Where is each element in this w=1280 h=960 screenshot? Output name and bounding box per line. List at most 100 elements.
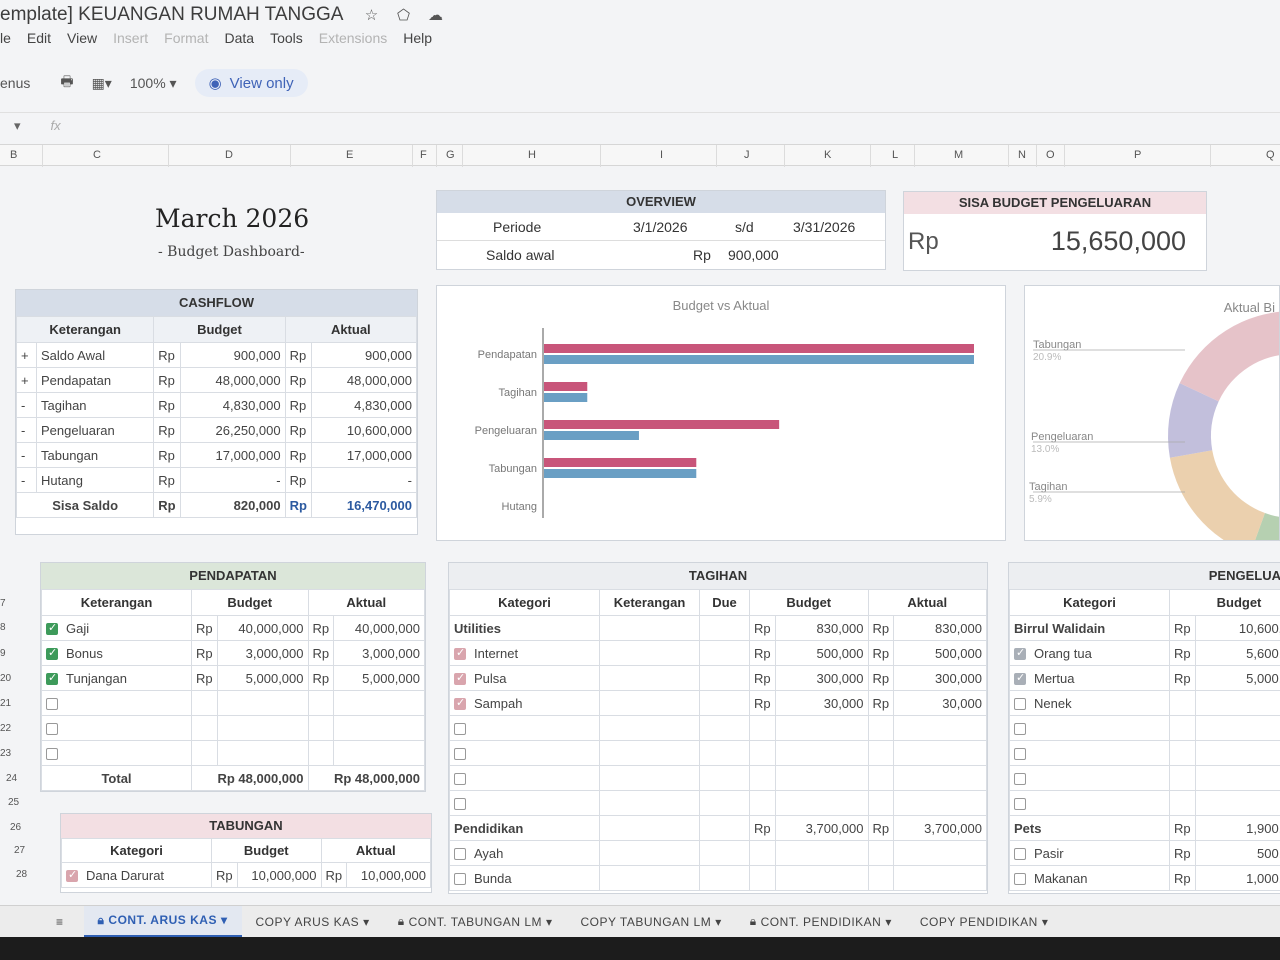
group-budget: 10,600,000 bbox=[1194, 615, 1280, 641]
col-header[interactable]: O bbox=[1046, 149, 1055, 161]
checkbox-unchecked[interactable] bbox=[1014, 873, 1026, 886]
checkbox-unchecked[interactable] bbox=[1014, 848, 1026, 861]
menu-format[interactable]: Format bbox=[164, 30, 208, 52]
row-number[interactable]: 9 bbox=[0, 648, 22, 659]
menu-insert[interactable]: Insert bbox=[113, 30, 148, 52]
star-icon[interactable]: ☆ bbox=[361, 6, 381, 24]
rp: Rp bbox=[284, 392, 312, 418]
fx-icon: fx bbox=[50, 118, 61, 133]
menu-view[interactable]: View bbox=[67, 30, 97, 52]
all-sheets-icon[interactable]: ≡ bbox=[0, 906, 84, 938]
table-row bbox=[449, 765, 987, 791]
row-number[interactable]: 27 bbox=[14, 845, 36, 856]
view-only-button[interactable]: ◉ View only bbox=[194, 69, 308, 97]
menu-tools[interactable]: Tools bbox=[270, 30, 303, 52]
checkbox-unchecked[interactable] bbox=[46, 698, 58, 711]
col-header[interactable]: F bbox=[420, 149, 427, 161]
category-label: Pengeluaran bbox=[475, 425, 537, 437]
periode-end: 3/31/2026 bbox=[793, 219, 856, 235]
checkbox-unchecked[interactable] bbox=[454, 798, 466, 811]
col-header[interactable]: K bbox=[824, 149, 831, 161]
menu-help[interactable]: Help bbox=[403, 30, 432, 52]
checkbox-unchecked[interactable] bbox=[454, 873, 466, 886]
row-number[interactable]: 7 bbox=[0, 598, 22, 609]
tab-cont-arus-kas[interactable]: 🔒︎ CONT. ARUS KAS ▾ bbox=[83, 905, 242, 938]
budget-value: 10,000,000 bbox=[236, 862, 322, 888]
tab-cont-pendidikan[interactable]: 🔒︎ CONT. PENDIDIKAN ▾ bbox=[736, 906, 906, 938]
menu-extensions[interactable]: Extensions bbox=[319, 30, 387, 52]
col-header[interactable]: E bbox=[346, 149, 353, 161]
tab-copy-arus-kas[interactable]: COPY ARUS KAS ▾ bbox=[242, 906, 384, 938]
pie-label-name: Pengeluaran bbox=[1031, 431, 1093, 443]
zoom-select[interactable]: 100% ▾ bbox=[130, 75, 177, 92]
row-number[interactable]: 26 bbox=[10, 822, 32, 833]
col-header[interactable]: H bbox=[528, 149, 536, 161]
col-header[interactable]: P bbox=[1134, 149, 1141, 161]
menu-data[interactable]: Data bbox=[224, 30, 254, 52]
checkbox-checked[interactable] bbox=[454, 696, 466, 711]
formula-bar: ▾ fx bbox=[0, 112, 1280, 138]
checkbox-checked[interactable] bbox=[1014, 646, 1026, 661]
checkbox-checked[interactable] bbox=[454, 671, 466, 686]
col-header[interactable]: N bbox=[1018, 149, 1026, 161]
checkbox-unchecked[interactable] bbox=[454, 848, 466, 861]
checkbox-unchecked[interactable] bbox=[1014, 798, 1026, 811]
col-keterangan: Keterangan bbox=[15, 316, 155, 343]
row-label: Dana Darurat bbox=[86, 867, 165, 883]
col-header[interactable]: I bbox=[660, 149, 663, 161]
checkbox-unchecked[interactable] bbox=[454, 773, 466, 786]
col-header[interactable]: J bbox=[744, 149, 750, 161]
print-icon[interactable]: 🖶 bbox=[60, 71, 73, 95]
menu-file[interactable]: le bbox=[0, 30, 11, 52]
row-number[interactable]: 22 bbox=[0, 723, 22, 734]
col-header[interactable]: M bbox=[954, 149, 963, 161]
menus-search[interactable]: enus bbox=[0, 75, 30, 91]
menu-edit[interactable]: Edit bbox=[27, 30, 51, 52]
col-header[interactable]: C bbox=[93, 149, 101, 161]
col-header[interactable]: Q bbox=[1266, 149, 1275, 161]
document-title[interactable]: emplate] KEUANGAN RUMAH TANGGA bbox=[0, 4, 343, 26]
move-to-drive-icon[interactable]: ⬠ bbox=[393, 6, 413, 24]
periode-sd: s/d bbox=[735, 219, 754, 235]
col-header[interactable]: D bbox=[225, 149, 233, 161]
checkbox-unchecked[interactable] bbox=[1014, 698, 1026, 711]
checkbox-unchecked[interactable] bbox=[46, 748, 58, 761]
row-number[interactable]: 20 bbox=[0, 673, 22, 684]
checkbox-unchecked[interactable] bbox=[1014, 723, 1026, 736]
checkbox-checked[interactable] bbox=[46, 621, 58, 636]
checkbox-unchecked[interactable] bbox=[1014, 773, 1026, 786]
row-number[interactable]: 21 bbox=[0, 698, 22, 709]
table-row: Gaji Rp 40,000,000 Rp 40,000,000 bbox=[41, 615, 425, 641]
checkbox-unchecked[interactable] bbox=[454, 723, 466, 736]
checkbox-checked[interactable] bbox=[454, 646, 466, 661]
paint-format-icon[interactable]: ▦▾ bbox=[92, 75, 112, 92]
row-number[interactable]: 25 bbox=[8, 797, 30, 808]
tab-cont-tabungan-lm[interactable]: 🔒︎ CONT. TABUNGAN LM ▾ bbox=[384, 906, 567, 938]
tab-copy-pendidikan[interactable]: COPY PENDIDIKAN ▾ bbox=[906, 906, 1063, 938]
row-label: Saldo Awal bbox=[35, 342, 155, 368]
row-number[interactable]: 24 bbox=[6, 773, 28, 784]
checkbox-unchecked[interactable] bbox=[46, 723, 58, 736]
col-header[interactable]: G bbox=[446, 149, 455, 161]
tab-copy-tabungan-lm[interactable]: COPY TABUNGAN LM ▾ bbox=[567, 906, 736, 938]
checkbox-checked[interactable] bbox=[66, 868, 78, 883]
col-header[interactable]: B bbox=[10, 149, 17, 161]
checkbox-checked[interactable] bbox=[46, 671, 58, 686]
chevron-down-icon: ▾ bbox=[715, 914, 722, 929]
aktual-value: - bbox=[310, 467, 418, 493]
name-box-dropdown-icon[interactable]: ▾ bbox=[14, 118, 21, 134]
checkbox-unchecked[interactable] bbox=[454, 748, 466, 761]
cashflow-table: Keterangan Budget Aktual + Saldo Awal Rp… bbox=[15, 316, 418, 518]
cloud-status-icon[interactable]: ☁ bbox=[425, 6, 445, 24]
checkbox-checked[interactable] bbox=[46, 646, 58, 661]
aktual-value: 3,000,000 bbox=[333, 640, 425, 666]
col-header[interactable]: L bbox=[892, 149, 898, 161]
rp: Rp bbox=[153, 417, 181, 443]
rp: Rp bbox=[749, 665, 776, 691]
row-number[interactable]: 23 bbox=[0, 748, 22, 759]
checkbox-checked[interactable] bbox=[1014, 671, 1026, 686]
tab-label: COPY ARUS KAS bbox=[255, 914, 360, 929]
row-number[interactable]: 8 bbox=[0, 622, 22, 633]
checkbox-unchecked[interactable] bbox=[1014, 748, 1026, 761]
row-number[interactable]: 28 bbox=[16, 869, 38, 880]
